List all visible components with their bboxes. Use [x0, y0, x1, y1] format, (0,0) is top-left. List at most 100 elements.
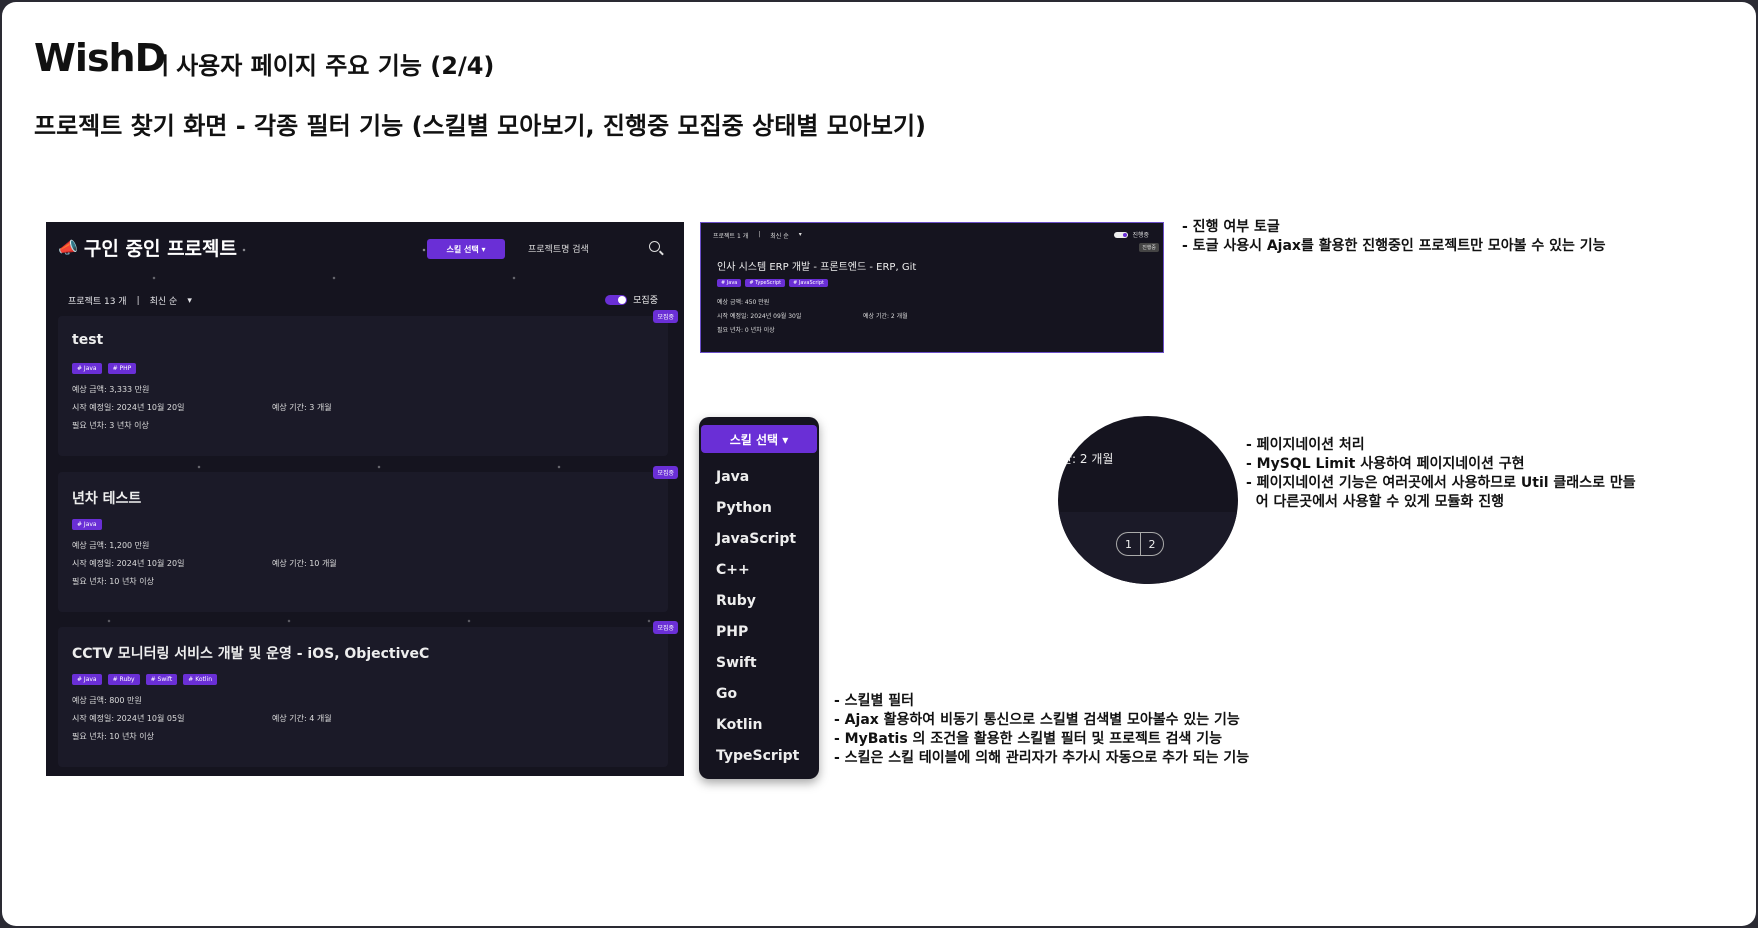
- project-card[interactable]: 모집중 CCTV 모니터링 서비스 개발 및 운영 - iOS, Objecti…: [58, 621, 678, 767]
- separator: |: [136, 295, 140, 306]
- sort-select[interactable]: 최신 순: [150, 294, 178, 307]
- skill-tag: # Swift: [145, 674, 178, 685]
- slide: WishD ㅣ사용자 페이지 주요 기능 (2/4) 프로젝트 찾기 화면 - …: [2, 2, 1756, 926]
- note-line: - 진행 여부 토글: [1182, 219, 1280, 235]
- slide-heading: 프로젝트 찾기 화면 - 각종 필터 기능 (스킬별 모아보기, 진행중 모집중…: [34, 112, 926, 140]
- required-years: 필요 년차: 10 년차 이상: [72, 577, 154, 586]
- skill-option-typescript[interactable]: TypeScript: [716, 748, 799, 764]
- skill-option-javascript[interactable]: JavaScript: [716, 531, 796, 547]
- note-line: - 토글 사용시 Ajax를 활용한 진행중인 프로젝트만 모아볼 수 있는 기…: [1182, 238, 1606, 254]
- skill-option-python[interactable]: Python: [716, 500, 772, 516]
- note-line: - MyBatis 의 조건을 활용한 스킬별 필터 및 프로젝트 검색 기능: [834, 731, 1223, 747]
- required-years: 필요 년차: 0 년차 이상: [717, 327, 775, 334]
- skill-tags: # Java # PHP: [72, 363, 137, 374]
- separator: |: [758, 231, 761, 238]
- pagination-zoom: 간: 2 개월 1 2: [1058, 416, 1238, 584]
- note-line: 어 다른곳에서 사용할 수 있게 모듈화 진행: [1246, 494, 1504, 510]
- status-badge: 진행중: [1139, 243, 1159, 252]
- budget: 예상 금액: 800 만원: [72, 696, 142, 705]
- chevron-down-icon[interactable]: ▾: [187, 296, 192, 306]
- list-meta: 프로젝트 1 개 | 최신 순 ▾: [713, 231, 802, 240]
- recruiting-toggle[interactable]: 모집중: [605, 293, 658, 306]
- required-years: 필요 년차: 10 년차 이상: [72, 732, 154, 741]
- brand-logo: WishD: [34, 36, 166, 80]
- start-date: 시작 예정일: 2024년 10월 20일: [72, 559, 185, 568]
- note-line: - MySQL Limit 사용하여 페이지네이션 구현: [1246, 456, 1525, 472]
- skill-tag: # PHP: [107, 363, 137, 374]
- skill-tag: # TypeScript: [745, 279, 786, 287]
- sort-select[interactable]: 최신 순: [770, 231, 788, 240]
- note-line: - Ajax 활용하여 비동기 통신으로 스킬별 검색별 모아볼수 있는 기능: [834, 712, 1240, 728]
- skill-tags: # Java: [72, 519, 102, 530]
- in-progress-preview: 프로젝트 1 개 | 최신 순 ▾ 진행중 진행중 인사 시스템 ERP 개발 …: [700, 222, 1164, 353]
- project-card[interactable]: 모집중 년차 테스트 # Java 예상 금액: 1,200 만원 시작 예정일…: [58, 466, 678, 612]
- project-count: 프로젝트 13 개: [68, 297, 127, 307]
- project-list-panel: 📣 구인 중인 프로젝트 스킬 선택 ▾ 프로젝트명 검색 프로젝트 13 개 …: [46, 222, 684, 776]
- status-badge: 모집중: [653, 310, 678, 323]
- pagination: 1 2: [1116, 532, 1164, 556]
- project-title[interactable]: 인사 시스템 ERP 개발 - 프론트엔드 - ERP, Git: [717, 258, 916, 273]
- pagination-notes: - 페이지네이션 처리 - MySQL Limit 사용하여 페이지네이션 구현…: [1246, 436, 1636, 512]
- slide-subtitle: ㅣ사용자 페이지 주요 기능 (2/4): [154, 52, 495, 80]
- period: 예상 기간: 2 개월: [863, 313, 908, 320]
- project-title[interactable]: CCTV 모니터링 서비스 개발 및 운영 - iOS, ObjectiveC: [72, 643, 429, 663]
- toggle-label: 진행중: [1132, 232, 1149, 239]
- skill-tag: # Java: [72, 363, 102, 374]
- project-search-input[interactable]: 프로젝트명 검색: [516, 237, 668, 259]
- skill-tag: # Kotlin: [183, 674, 218, 685]
- project-title[interactable]: test: [72, 332, 103, 348]
- budget: 예상 금액: 3,333 만원: [72, 385, 150, 394]
- skill-tag: # Ruby: [107, 674, 140, 685]
- skill-option-java[interactable]: Java: [716, 469, 749, 485]
- in-progress-toggle[interactable]: 진행중: [1114, 230, 1149, 239]
- search-placeholder: 프로젝트명 검색: [528, 244, 589, 255]
- start-date: 시작 예정일: 2024년 10월 05일: [72, 714, 185, 723]
- note-line: - 페이지네이션 처리: [1246, 437, 1365, 453]
- period-fragment: 간: 2 개월: [1061, 452, 1114, 466]
- panel-title-text: 구인 중인 프로젝트: [83, 238, 237, 260]
- start-date: 시작 예정일: 2024년 09월 30일: [717, 313, 802, 320]
- page-button[interactable]: 1: [1116, 532, 1140, 556]
- toggle-switch[interactable]: [605, 294, 628, 305]
- start-date: 시작 예정일: 2024년 10월 20일: [72, 403, 185, 412]
- skill-option-php[interactable]: PHP: [716, 624, 748, 640]
- skill-select-button[interactable]: 스킬 선택 ▾: [701, 425, 817, 453]
- period: 예상 기간: 3 개월: [272, 403, 332, 412]
- skill-option-kotlin[interactable]: Kotlin: [716, 717, 762, 733]
- status-badge: 모집중: [653, 621, 678, 634]
- skill-dropdown: 스킬 선택 ▾ Java Python JavaScript C++ Ruby …: [699, 417, 819, 779]
- skill-tags: # Java # TypeScript # JavaScript: [717, 279, 828, 287]
- skill-tags: # Java # Ruby # Swift # Kotlin: [72, 674, 218, 685]
- budget: 예상 금액: 450 만원: [717, 299, 770, 306]
- toggle-switch[interactable]: [1114, 231, 1129, 238]
- skill-tag: # Java: [72, 519, 102, 530]
- skill-tag: # Java: [717, 279, 742, 287]
- page-button[interactable]: 2: [1140, 532, 1164, 556]
- period: 예상 기간: 10 개월: [272, 559, 337, 568]
- skill-select-button[interactable]: 스킬 선택 ▾: [427, 239, 505, 259]
- skill-filter-notes: - 스킬별 필터 - Ajax 활용하여 비동기 통신으로 스킬별 검색별 모아…: [834, 692, 1249, 768]
- skill-option-ruby[interactable]: Ruby: [716, 593, 756, 609]
- project-title[interactable]: 년차 테스트: [72, 488, 141, 508]
- toggle-notes: - 진행 여부 토글 - 토글 사용시 Ajax를 활용한 진행중인 프로젝트만…: [1182, 218, 1606, 256]
- skill-option-go[interactable]: Go: [716, 686, 737, 702]
- skill-option-cpp[interactable]: C++: [716, 562, 750, 578]
- project-card[interactable]: 모집중 test # Java # PHP 예상 금액: 3,333 만원 시작…: [58, 310, 678, 456]
- megaphone-icon: 📣: [58, 238, 78, 257]
- budget: 예상 금액: 1,200 만원: [72, 541, 150, 550]
- skill-option-swift[interactable]: Swift: [716, 655, 757, 671]
- period: 예상 기간: 4 개월: [272, 714, 332, 723]
- chevron-down-icon[interactable]: ▾: [799, 231, 802, 240]
- note-line: - 스킬은 스킬 테이블에 의해 관리자가 추가시 자동으로 추가 되는 기능: [834, 750, 1250, 766]
- search-icon[interactable]: [649, 241, 660, 252]
- panel-title: 📣 구인 중인 프로젝트: [58, 234, 237, 261]
- skill-tag: # JavaScript: [789, 279, 828, 287]
- note-line: - 페이지네이션 기능은 여러곳에서 사용하므로 Util 클래스로 만들: [1246, 475, 1636, 491]
- note-line: - 스킬별 필터: [834, 693, 914, 709]
- skill-tag: # Java: [72, 674, 102, 685]
- toggle-label: 모집중: [633, 296, 658, 306]
- list-meta: 프로젝트 13 개 | 최신 순 ▾: [68, 294, 192, 308]
- required-years: 필요 년차: 3 년차 이상: [72, 421, 149, 430]
- project-count: 프로젝트 1 개: [713, 233, 749, 240]
- status-badge: 모집중: [653, 466, 678, 479]
